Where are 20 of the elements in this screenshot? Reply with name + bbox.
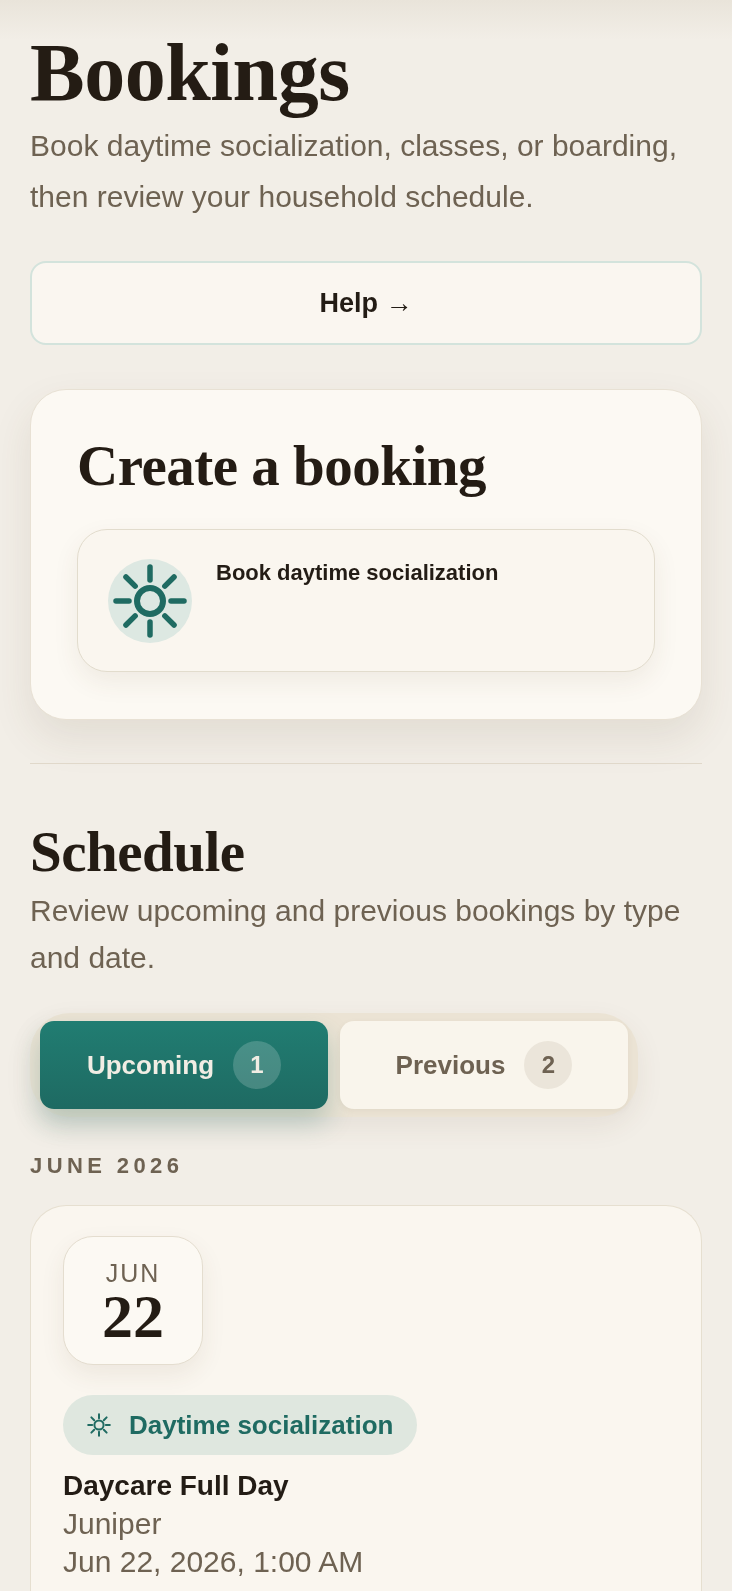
schedule-title: Schedule [30,819,245,885]
sun-icon [87,1413,111,1437]
tab[interactable]: Previous 2 [340,1021,628,1109]
tab[interactable]: Upcoming 1 [40,1021,328,1109]
date-month: JUN [105,1259,161,1286]
help-button[interactable]: Help → [30,261,702,345]
service-name: Daycare Full Day [63,1469,289,1503]
pet-name: Juniper [63,1507,162,1541]
page-subtitle: Book daytime socialization, classes, or boarding, then review your household schedule. [30,128,678,215]
booking-datetime: Jun 22, 2026, 1:00 AM [63,1545,364,1579]
count-badge: 2 [524,1041,573,1089]
sun-icon [108,559,192,643]
tag-label: Daytime socialization [129,1409,394,1441]
booking-option-button[interactable]: Book daytime socialization [77,529,655,672]
page-title: Bookings [30,27,350,119]
month-heading: JUNE 2026 [30,1153,184,1179]
date-day: 22 [102,1285,164,1346]
create-booking-title: Create a booking [77,433,486,499]
count-badge: 1 [233,1041,282,1089]
schedule-description: Review upcoming and previous bookings by type and date. [30,893,682,976]
